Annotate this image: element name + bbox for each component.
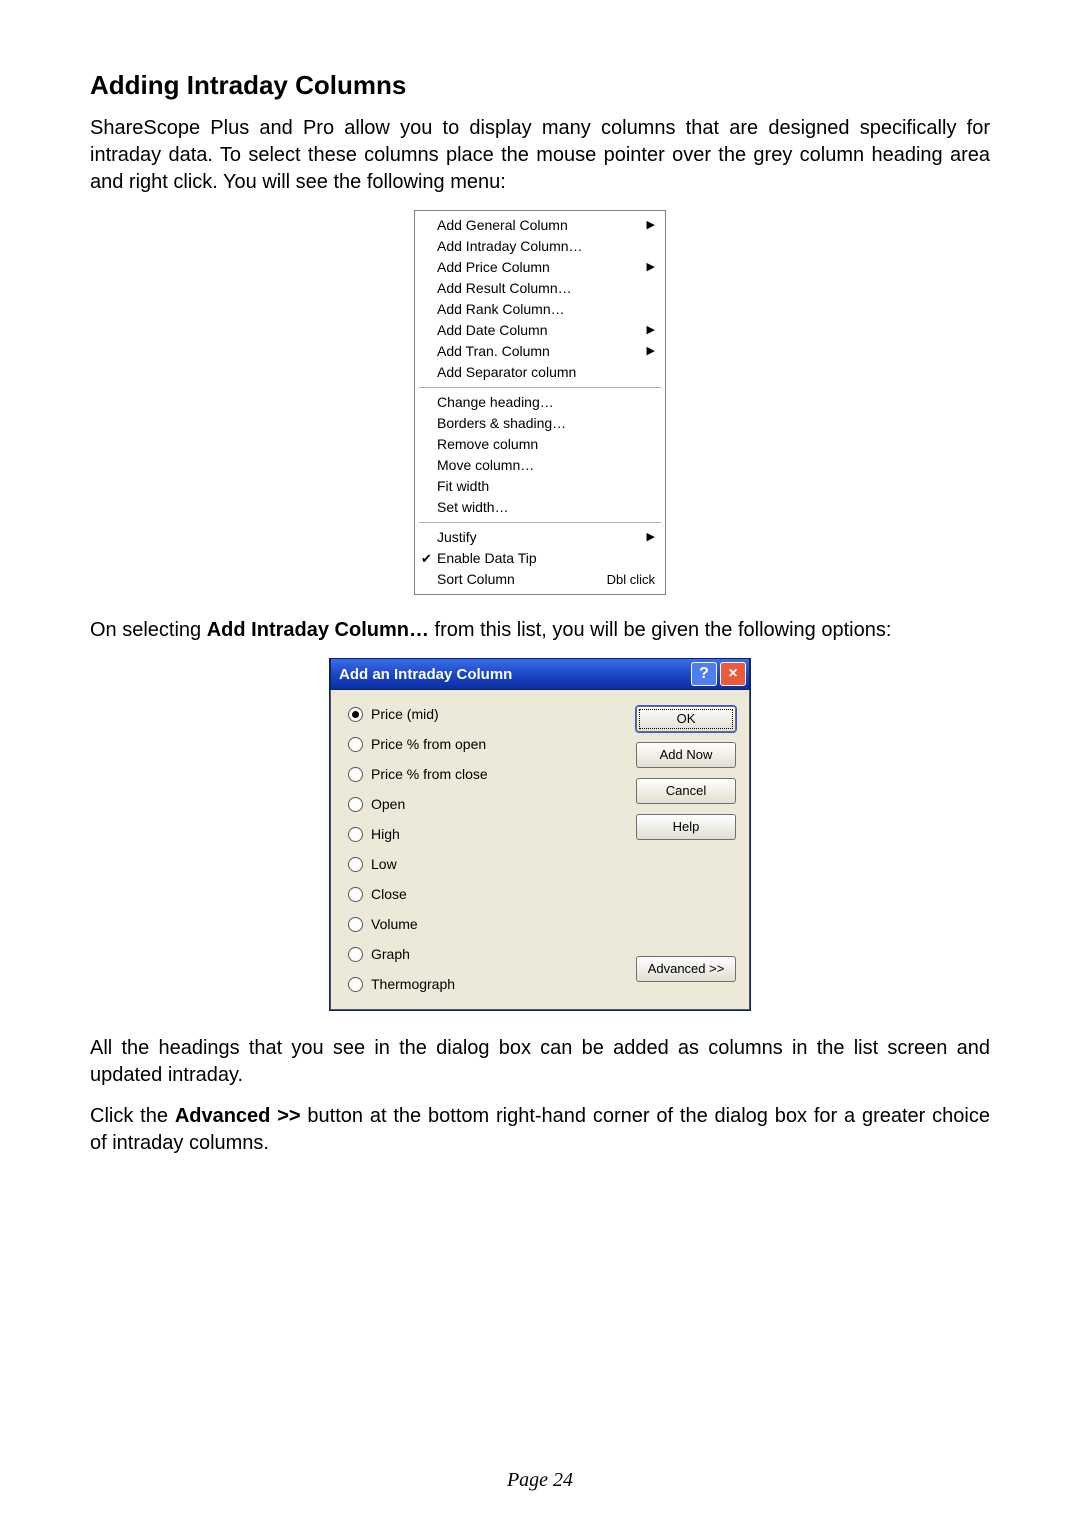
menu-item-label: Add Date Column [437,321,647,340]
radio-option[interactable]: Volume [348,916,628,932]
menu-item-label: Add Price Column [437,258,647,277]
menu-item[interactable]: Change heading… [415,392,665,413]
help-icon[interactable]: ? [691,662,717,686]
intro-paragraph: ShareScope Plus and Pro allow you to dis… [90,115,990,196]
dialog-titlebar: Add an Intraday Column ? × [330,658,750,690]
radio-label: Graph [371,946,410,962]
menu-item-label: Fit width [437,477,655,496]
menu-item-label: Borders & shading… [437,414,655,433]
menu-item-label: Enable Data Tip [437,549,655,568]
menu-item[interactable]: Move column… [415,455,665,476]
menu-item[interactable]: Add Price Column ▶ [415,257,665,278]
radio-option[interactable]: Low [348,856,628,872]
radio-icon [348,857,363,872]
submenu-arrow-icon: ▶ [647,321,655,340]
submenu-arrow-icon: ▶ [647,216,655,235]
menu-separator [419,387,661,388]
menu-item[interactable]: Add Intraday Column… [415,236,665,257]
menu-item[interactable]: Set width… [415,497,665,518]
post-dialog-paragraph-1: All the headings that you see in the dia… [90,1035,990,1089]
menu-item-label: Remove column [437,435,655,454]
menu-item[interactable]: ✔ Enable Data Tip [415,548,665,569]
menu-item[interactable]: Add Separator column [415,362,665,383]
menu-item[interactable]: Add Tran. Column ▶ [415,341,665,362]
radio-option[interactable]: Graph [348,946,628,962]
menu-item-label: Add Separator column [437,363,655,382]
menu-item-label: Add Rank Column… [437,300,655,319]
radio-option[interactable]: Price % from open [348,736,628,752]
radio-label: Price (mid) [371,706,439,722]
radio-option[interactable]: Price (mid) [348,706,628,722]
radio-icon [348,737,363,752]
ok-button[interactable]: OK [636,706,736,732]
help-button[interactable]: Help [636,814,736,840]
submenu-arrow-icon: ▶ [647,258,655,277]
menu-item[interactable]: Add General Column ▶ [415,215,665,236]
context-menu: Add General Column ▶ Add Intraday Column… [414,210,666,595]
menu-item-label: Add Intraday Column… [437,237,655,256]
context-menu-figure: Add General Column ▶ Add Intraday Column… [90,210,990,595]
text-bold: Add Intraday Column… [207,619,429,641]
menu-item-label: Set width… [437,498,655,517]
radio-icon [348,887,363,902]
menu-item-label: Add General Column [437,216,647,235]
radio-icon [348,947,363,962]
radio-label: Close [371,886,407,902]
menu-item[interactable]: Remove column [415,434,665,455]
menu-item-label: Add Tran. Column [437,342,647,361]
post-dialog-paragraph-2: Click the Advanced >> button at the bott… [90,1103,990,1157]
radio-label: Thermograph [371,976,455,992]
radio-option[interactable]: Open [348,796,628,812]
radio-label: Price % from open [371,736,486,752]
menu-item[interactable]: Sort Column Dbl click [415,569,665,590]
add-intraday-column-dialog: Add an Intraday Column ? × Price (mid) P… [329,658,751,1011]
radio-icon [348,767,363,782]
radio-icon [348,917,363,932]
menu-item[interactable]: Add Date Column ▶ [415,320,665,341]
menu-item[interactable]: Add Result Column… [415,278,665,299]
menu-item[interactable]: Add Rank Column… [415,299,665,320]
radio-icon [348,797,363,812]
radio-label: High [371,826,400,842]
submenu-arrow-icon: ▶ [647,342,655,361]
dialog-figure: Add an Intraday Column ? × Price (mid) P… [90,658,990,1011]
menu-item[interactable]: Fit width [415,476,665,497]
radio-option[interactable]: Thermograph [348,976,628,992]
cancel-button[interactable]: Cancel [636,778,736,804]
menu-item-label: Change heading… [437,393,655,412]
text: Click the [90,1105,175,1127]
text-bold: Advanced >> [175,1105,301,1127]
radio-icon [348,977,363,992]
dialog-title: Add an Intraday Column [339,666,691,683]
radio-label: Low [371,856,397,872]
submenu-arrow-icon: ▶ [647,528,655,547]
radio-label: Price % from close [371,766,488,782]
section-heading: Adding Intraday Columns [90,70,990,101]
menu-item[interactable]: Borders & shading… [415,413,665,434]
menu-item-label: Move column… [437,456,655,475]
middle-paragraph: On selecting Add Intraday Column… from t… [90,617,990,644]
menu-item-label: Add Result Column… [437,279,655,298]
text: from this list, you will be given the fo… [429,619,891,641]
radio-option[interactable]: Price % from close [348,766,628,782]
radio-label: Open [371,796,405,812]
radio-group: Price (mid) Price % from open Price % fr… [348,706,628,992]
page-number: Page 24 [0,1469,1080,1492]
menu-item[interactable]: Justify ▶ [415,527,665,548]
close-icon[interactable]: × [720,662,746,686]
text: On selecting [90,619,207,641]
menu-item-label: Justify [437,528,647,547]
advanced-button[interactable]: Advanced >> [636,956,736,982]
radio-option[interactable]: High [348,826,628,842]
menu-separator [419,522,661,523]
radio-option[interactable]: Close [348,886,628,902]
radio-icon [348,707,363,722]
add-now-button[interactable]: Add Now [636,742,736,768]
radio-icon [348,827,363,842]
check-icon: ✔ [421,549,432,568]
menu-item-label: Sort Column [437,570,607,589]
radio-label: Volume [371,916,418,932]
menu-item-shortcut: Dbl click [607,570,655,589]
